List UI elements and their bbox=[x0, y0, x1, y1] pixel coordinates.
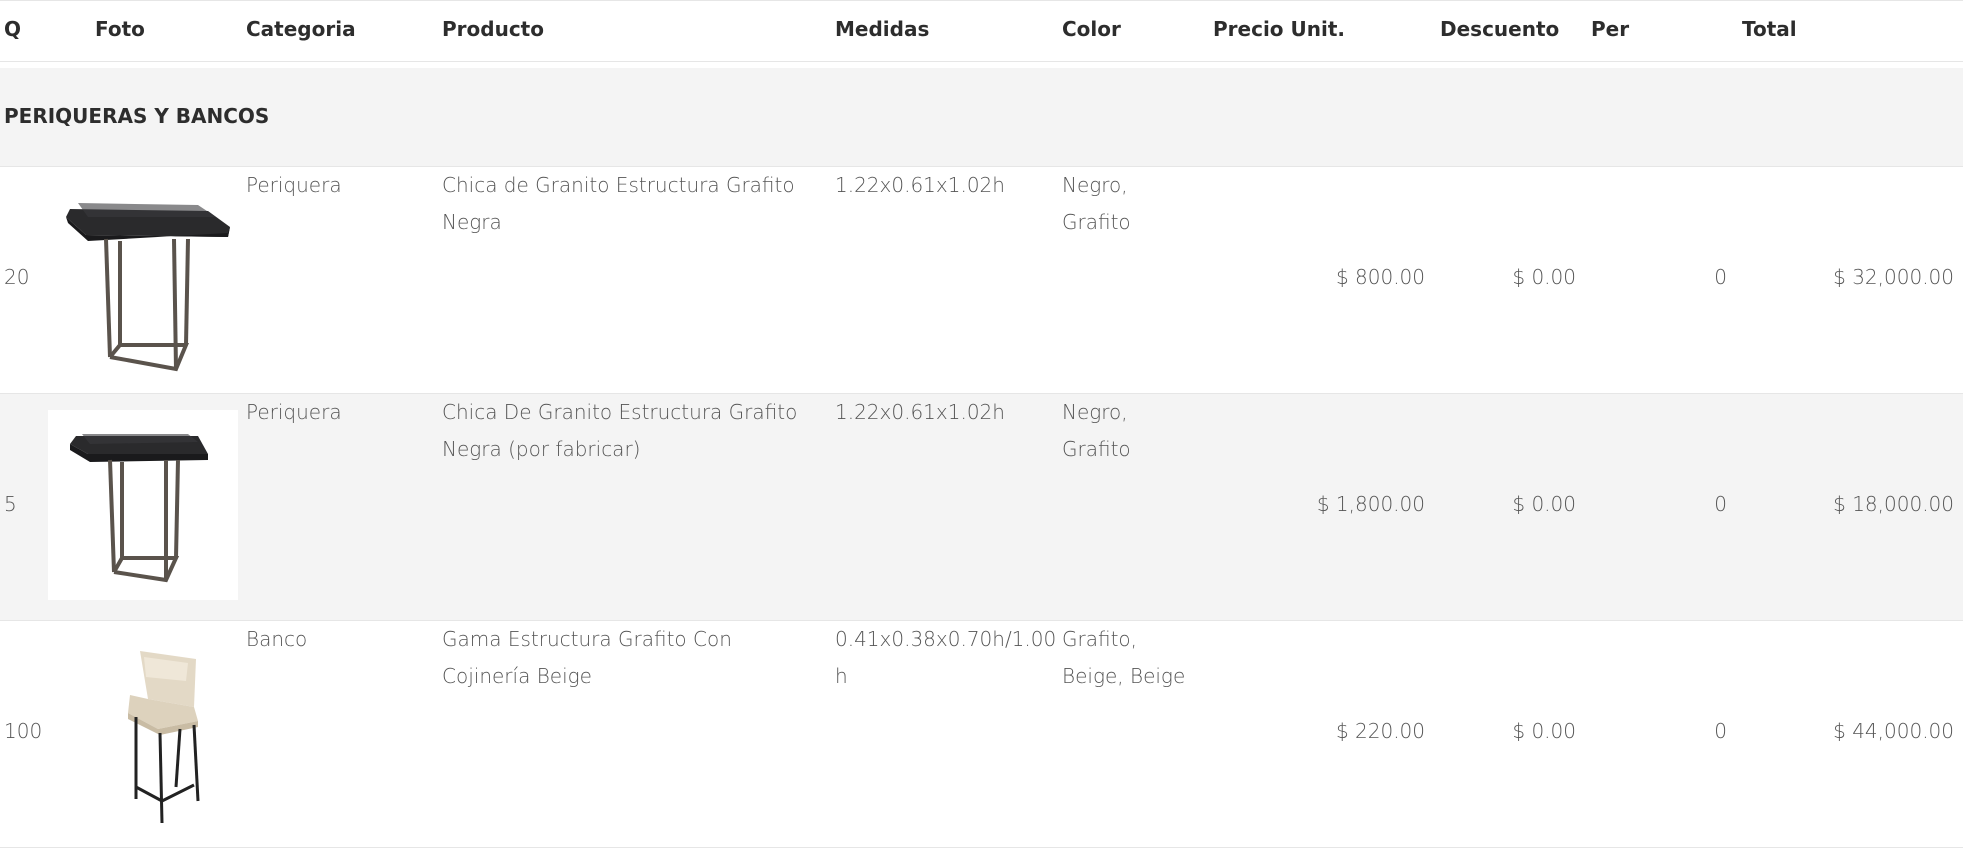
producto-line-2: Negra (por fabricar) bbox=[442, 437, 641, 461]
column-header-medidas: Medidas bbox=[835, 17, 930, 41]
cell-quantity: 100 bbox=[4, 719, 43, 743]
producto-line-2: Cojinería Beige bbox=[442, 664, 592, 688]
cell-quantity: 20 bbox=[4, 265, 30, 289]
cell-per: 0 bbox=[1714, 265, 1727, 289]
cell-color: Negro, Grafito bbox=[1062, 394, 1131, 468]
cell-medidas: 1.22x0.61x1.02h bbox=[835, 167, 1005, 204]
table-row: 20 Periquera Chica de Granito Estructura… bbox=[0, 167, 1963, 394]
cell-categoria: Banco bbox=[246, 627, 308, 651]
table-row: 5 Periquera Chica De Granito Estructura … bbox=[0, 394, 1963, 621]
cell-total: $ 32,000.00 bbox=[1833, 265, 1954, 289]
color-line-1: Negro, bbox=[1062, 173, 1128, 197]
medidas-line-1: 0.41x0.38x0.70h/1.00 bbox=[835, 627, 1057, 651]
cell-total: $ 18,000.00 bbox=[1833, 492, 1954, 516]
cell-color: Grafito, Beige, Beige bbox=[1062, 621, 1185, 695]
table-row: 100 Banco Gama Estructura Grafito Con Co… bbox=[0, 621, 1963, 848]
cell-categoria: Periquera bbox=[246, 173, 342, 197]
producto-line-1: Gama Estructura Grafito Con bbox=[442, 627, 732, 651]
producto-line-1: Chica De Granito Estructura Grafito bbox=[442, 400, 798, 424]
medidas-line-1: 1.22x0.61x1.02h bbox=[835, 400, 1005, 424]
cell-color: Negro, Grafito bbox=[1062, 167, 1131, 241]
section-title: PERIQUERAS Y BANCOS bbox=[4, 104, 270, 128]
cell-producto: Chica De Granito Estructura Grafito Negr… bbox=[442, 394, 797, 468]
producto-line-1: Chica de Granito Estructura Grafito bbox=[442, 173, 795, 197]
cell-precio: $ 220.00 bbox=[1335, 719, 1425, 743]
cell-total: $ 44,000.00 bbox=[1833, 719, 1954, 743]
column-header-descuento: Descuento bbox=[1440, 17, 1560, 41]
quote-table: Q Foto Categoria Producto Medidas Color … bbox=[0, 0, 1963, 848]
column-header-per: Per bbox=[1591, 17, 1630, 41]
cell-medidas: 1.22x0.61x1.02h bbox=[835, 394, 1005, 431]
cell-quantity: 5 bbox=[4, 492, 17, 516]
color-line-2: Beige, Beige bbox=[1062, 664, 1186, 688]
cell-descuento: $ 0.00 bbox=[1512, 265, 1576, 289]
periquera-table-image bbox=[48, 183, 238, 373]
column-header-total: Total bbox=[1742, 17, 1797, 41]
color-line-1: Negro, bbox=[1062, 400, 1128, 424]
column-header-categoria: Categoria bbox=[246, 17, 356, 41]
color-line-2: Grafito bbox=[1062, 437, 1131, 461]
cell-per: 0 bbox=[1714, 719, 1727, 743]
column-header-foto: Foto bbox=[95, 17, 145, 41]
medidas-line-2: h bbox=[835, 664, 848, 688]
cell-precio: $ 1,800.00 bbox=[1316, 492, 1425, 516]
color-line-2: Grafito bbox=[1062, 210, 1131, 234]
cell-producto: Gama Estructura Grafito Con Cojinería Be… bbox=[442, 621, 732, 695]
column-header-producto: Producto bbox=[442, 17, 544, 41]
cell-descuento: $ 0.00 bbox=[1512, 492, 1576, 516]
section-header: PERIQUERAS Y BANCOS bbox=[0, 68, 1963, 167]
table-header: Q Foto Categoria Producto Medidas Color … bbox=[0, 0, 1963, 62]
cell-producto: Chica de Granito Estructura Grafito Negr… bbox=[442, 167, 795, 241]
cell-per: 0 bbox=[1714, 492, 1727, 516]
cell-medidas: 0.41x0.38x0.70h/1.00 h bbox=[835, 621, 1056, 695]
cell-descuento: $ 0.00 bbox=[1512, 719, 1576, 743]
cell-precio: $ 800.00 bbox=[1335, 265, 1425, 289]
producto-line-2: Negra bbox=[442, 210, 502, 234]
bar-stool-image bbox=[48, 637, 238, 827]
color-line-1: Grafito, bbox=[1062, 627, 1138, 651]
column-header-color: Color bbox=[1062, 17, 1121, 41]
column-header-precio: Precio Unit. bbox=[1213, 17, 1345, 41]
cell-categoria: Periquera bbox=[246, 400, 342, 424]
medidas-line-1: 1.22x0.61x1.02h bbox=[835, 173, 1005, 197]
column-header-q: Q bbox=[4, 17, 22, 41]
periquera-table-image bbox=[48, 410, 238, 600]
